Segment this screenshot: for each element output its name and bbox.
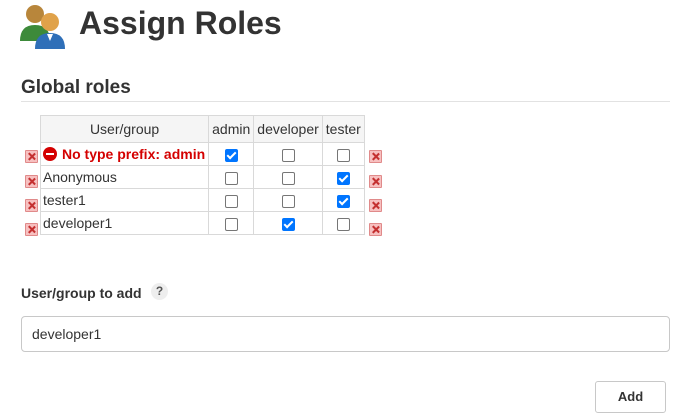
role-checkbox[interactable]: [336, 217, 350, 231]
add-user-label: User/group to add: [21, 285, 142, 301]
role-checkbox[interactable]: [224, 217, 238, 231]
delete-row-icon-left[interactable]: [25, 223, 38, 236]
delete-row-icon-right[interactable]: [369, 223, 382, 236]
section-title-global-roles: Global roles: [21, 77, 131, 98]
role-checkbox[interactable]: [281, 148, 295, 162]
delete-row-icon-right[interactable]: [369, 175, 382, 188]
delete-row-icon-right[interactable]: [369, 199, 382, 212]
global-roles-table: User/group admin developer tester No typ…: [39, 115, 365, 235]
table-row: Anonymous: [39, 165, 365, 189]
user-label: developer1: [39, 211, 210, 235]
user-label: tester1: [39, 188, 210, 212]
table-row: tester1: [39, 188, 365, 212]
no-entry-icon: [43, 147, 57, 161]
add-button[interactable]: Add: [595, 381, 666, 413]
section-divider: [21, 101, 670, 102]
user-cell: No type prefix: admin: [39, 142, 210, 166]
user-group-input[interactable]: [21, 316, 670, 352]
table-row: No type prefix: admin: [39, 142, 365, 166]
page-title: Assign Roles: [79, 5, 282, 41]
column-header-user-group: User/group: [39, 115, 210, 143]
column-header-role: admin: [208, 115, 255, 143]
role-checkbox[interactable]: [224, 148, 238, 162]
role-checkbox[interactable]: [281, 194, 295, 208]
role-checkbox[interactable]: [281, 217, 295, 231]
delete-row-icon-left[interactable]: [25, 150, 38, 163]
help-icon[interactable]: ?: [151, 283, 168, 300]
role-checkbox[interactable]: [224, 194, 238, 208]
delete-row-icon-right[interactable]: [369, 150, 382, 163]
role-checkbox[interactable]: [336, 148, 350, 162]
role-checkbox[interactable]: [281, 171, 295, 185]
role-checkbox[interactable]: [224, 171, 238, 185]
delete-row-icon-left[interactable]: [25, 175, 38, 188]
role-checkbox[interactable]: [336, 194, 350, 208]
table-row: developer1: [39, 211, 365, 235]
user-label: Anonymous: [39, 165, 210, 189]
delete-row-icon-left[interactable]: [25, 199, 38, 212]
role-checkbox[interactable]: [336, 171, 350, 185]
users-icon: [20, 5, 65, 49]
column-header-role: tester: [321, 115, 365, 143]
user-label-warning: No type prefix: admin: [62, 146, 206, 162]
table-header-row: User/group admin developer tester: [39, 115, 365, 143]
column-header-role: developer: [253, 115, 323, 143]
assign-roles-page: Assign Roles Global roles User/group adm…: [0, 0, 695, 420]
